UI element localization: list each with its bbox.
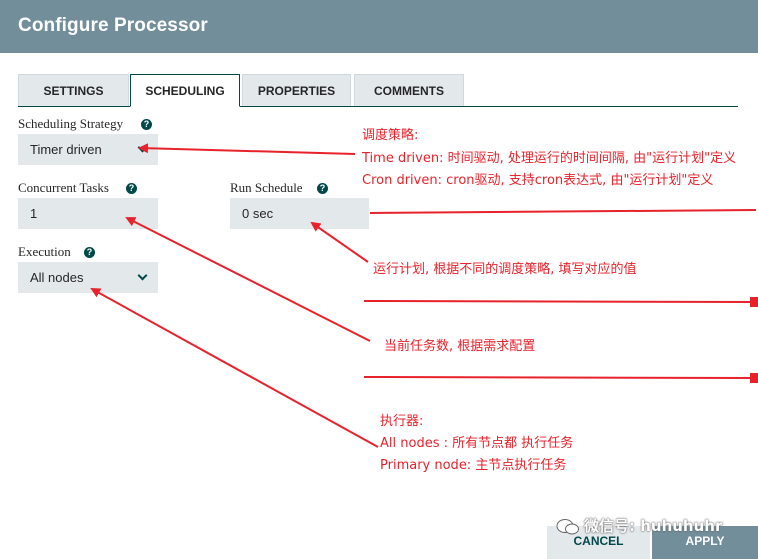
line-mid-1 xyxy=(363,300,753,303)
annotation-execution-primary: Primary node: 主节点执行任务 xyxy=(380,458,567,473)
arrow-to-run-schedule xyxy=(310,221,369,263)
annotation-arrows xyxy=(90,143,758,448)
annotation-execution-all: All nodes : 所有节点都 执行任务 xyxy=(380,436,574,451)
wechat-icon xyxy=(556,519,579,535)
arrow-to-execution xyxy=(90,288,379,448)
line-end-marker xyxy=(750,297,758,307)
annotation-concurrent-tasks: 当前任务数, 根据需求配置 xyxy=(384,339,536,354)
annotation-strategy-time: Time driven: 时间驱动, 处理运行的时间间隔, 由"运行计划"定义 xyxy=(362,151,737,166)
annotation-execution-title: 执行器: xyxy=(380,414,424,429)
annotation-run-schedule: 运行计划, 根据不同的调度策略, 填写对应的值 xyxy=(373,262,637,277)
arrow-to-concurrent-tasks xyxy=(125,217,371,342)
line-mid-2 xyxy=(363,376,753,379)
arrow-to-strategy xyxy=(138,143,356,155)
annotation-strategy-cron: Cron driven: cron驱动, 支持cron表达式, 由"运行计划"定… xyxy=(362,173,714,188)
line-run-schedule xyxy=(369,209,757,214)
line-end-marker xyxy=(750,373,758,383)
annotation-strategy-title: 调度策略: xyxy=(362,128,419,143)
watermark-text: 微信号: huhuhuhr xyxy=(584,517,723,535)
